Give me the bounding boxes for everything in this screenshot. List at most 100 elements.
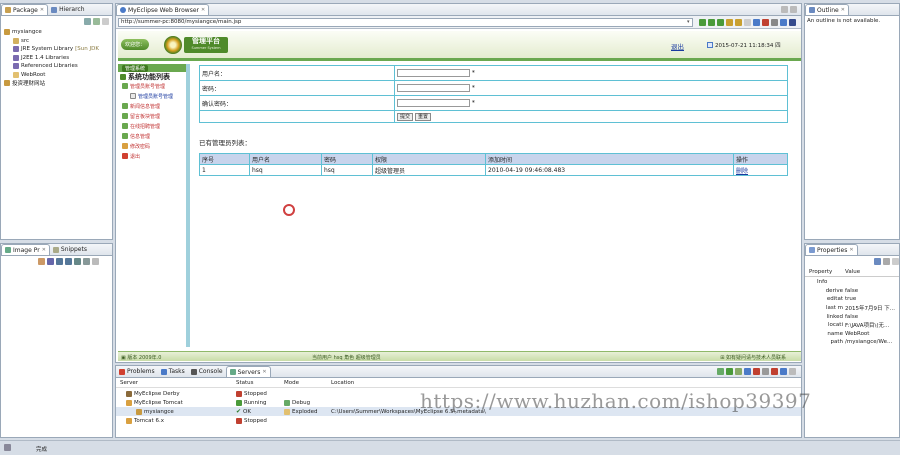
submit-button[interactable]: 提交 xyxy=(397,112,414,121)
tree-item-webroot[interactable]: WebRoot xyxy=(4,71,112,80)
close-icon[interactable]: ✕ xyxy=(201,7,205,13)
settings-icon[interactable] xyxy=(726,19,733,26)
close-icon[interactable]: ✕ xyxy=(40,7,44,13)
tab-properties[interactable]: Properties ✕ xyxy=(805,244,858,255)
property-row[interactable]: last m 2015年7月9日 下... xyxy=(805,304,899,313)
open-external-icon[interactable] xyxy=(780,19,787,26)
tab-problems[interactable]: Problems xyxy=(116,366,158,377)
properties-header: Property Value xyxy=(805,268,899,277)
tab-outline[interactable]: Outline ✕ xyxy=(805,4,849,15)
delete-link[interactable]: 删除 xyxy=(733,164,788,176)
property-row[interactable]: locati F:\JAVA项目\(无... xyxy=(805,321,899,330)
url-input[interactable]: http://summer-pc:8080/mysiangce/main.jsp xyxy=(118,18,693,27)
image-toolbar xyxy=(37,258,100,265)
stop-icon[interactable] xyxy=(753,368,760,375)
property-row[interactable]: derive false xyxy=(805,287,899,296)
property-row[interactable]: editat true xyxy=(805,295,899,304)
refresh-icon[interactable] xyxy=(753,19,760,26)
admin-list: 序号 用户名 密码 权限 添加时间 操作 1 hsq hsq 超级管理员 201… xyxy=(199,153,788,176)
server-status: Running xyxy=(236,399,267,406)
tab-package[interactable]: Package ✕ xyxy=(1,4,49,15)
menu-item-guestbook[interactable]: 留言板块管理 xyxy=(118,111,186,121)
publish-icon[interactable] xyxy=(762,368,769,375)
actual-size-icon[interactable] xyxy=(74,258,81,265)
tab-web-browser[interactable]: MyEclipse Web Browser ✕ xyxy=(116,4,210,15)
close-icon[interactable]: ✕ xyxy=(42,247,46,253)
menu-item-password[interactable]: 修改密码 xyxy=(118,141,186,151)
collapse-all-icon[interactable] xyxy=(84,18,91,25)
property-row[interactable]: name WebRoot xyxy=(805,330,899,339)
tree-item-project[interactable]: mysiangce xyxy=(4,28,112,37)
tab-console[interactable]: Console xyxy=(188,366,226,377)
folder-icon xyxy=(13,71,19,78)
fit-icon[interactable] xyxy=(47,258,54,265)
folder-icon xyxy=(122,103,128,109)
username-input[interactable] xyxy=(397,69,470,77)
go-icon[interactable] xyxy=(699,19,706,26)
server-mode: Exploded xyxy=(284,408,317,415)
close-icon[interactable]: ✕ xyxy=(262,369,266,375)
outline-view: Outline ✕ An outline is not available. xyxy=(804,3,900,240)
start-icon[interactable] xyxy=(726,368,733,375)
tab-tasks[interactable]: Tasks xyxy=(158,366,188,377)
tab-snippets[interactable]: Snippets xyxy=(50,244,90,255)
image-icon xyxy=(5,247,11,253)
col-header: 操作 xyxy=(733,153,788,165)
logout-link[interactable]: 退出 xyxy=(671,41,684,51)
tree-item-referenced[interactable]: Referenced Libraries xyxy=(4,62,112,71)
tab-image-preview[interactable]: Image Pr ✕ xyxy=(1,244,50,255)
password-input[interactable] xyxy=(397,84,470,92)
tree-item-project2[interactable]: 投资理财网站 xyxy=(4,79,112,88)
close-icon[interactable]: ✕ xyxy=(841,7,845,13)
tab-hierarchy[interactable]: Hierarch xyxy=(48,4,87,15)
close-icon[interactable]: ✕ xyxy=(849,247,853,253)
menu-item-news[interactable]: 新闻信息管理 xyxy=(118,101,186,111)
tab-servers[interactable]: Servers ✕ xyxy=(225,366,271,377)
menu-item-recruit[interactable]: 在线招聘管理 xyxy=(118,121,186,131)
reset-button[interactable]: 重置 xyxy=(414,112,431,121)
restart-icon[interactable] xyxy=(744,368,751,375)
tree-item-jre[interactable]: JRE System Library [Sun JDK xyxy=(4,45,112,54)
bookmark-icon[interactable] xyxy=(735,19,742,26)
zoom-out-icon[interactable] xyxy=(65,258,72,265)
categories-icon[interactable] xyxy=(874,258,881,265)
back-icon[interactable] xyxy=(708,19,715,26)
filter-icon[interactable] xyxy=(883,258,890,265)
menu-item-admin-manage[interactable]: 管理员账号管理 xyxy=(118,81,186,91)
server-name: MyEclipse Tomcat xyxy=(126,399,183,406)
username-cell: * xyxy=(394,65,788,81)
zoom-in-icon[interactable] xyxy=(56,258,63,265)
property-row[interactable]: path/mysiangce/We... xyxy=(805,338,899,347)
server-status: Stopped xyxy=(236,417,267,424)
url-dropdown-icon[interactable]: ▾ xyxy=(687,19,690,25)
remove-icon[interactable] xyxy=(771,368,778,375)
tree-item-src[interactable]: src xyxy=(4,37,112,46)
grid-icon[interactable] xyxy=(83,258,90,265)
help-icon[interactable] xyxy=(789,19,796,26)
pin-icon[interactable] xyxy=(38,258,45,265)
view-menu-icon[interactable] xyxy=(92,258,99,265)
view-menu-icon[interactable] xyxy=(892,258,899,265)
profile-icon[interactable] xyxy=(735,368,742,375)
maximize-icon[interactable] xyxy=(790,6,797,13)
property-group-info[interactable]: Info xyxy=(805,278,899,287)
home-icon[interactable] xyxy=(744,19,751,26)
fast-view-icon[interactable] xyxy=(4,444,11,451)
folder-icon xyxy=(284,408,290,415)
tree-item-j2ee[interactable]: J2EE 1.4 Libraries xyxy=(4,54,112,63)
property-row[interactable]: linked false xyxy=(805,312,899,321)
menu-item-logout[interactable]: 退出 xyxy=(118,151,186,161)
link-icon[interactable] xyxy=(93,18,100,25)
print-icon[interactable] xyxy=(771,19,778,26)
browser-icon[interactable] xyxy=(780,368,787,375)
stop-icon[interactable] xyxy=(762,19,769,26)
debug-icon[interactable] xyxy=(717,368,724,375)
minimize-icon[interactable] xyxy=(781,6,788,13)
menu-item-admin-sub[interactable]: 管理员账号管理 xyxy=(118,91,186,101)
view-menu-icon[interactable] xyxy=(102,18,109,25)
forward-icon[interactable] xyxy=(717,19,724,26)
server-row[interactable]: Tomcat 6.x Stopped xyxy=(116,416,801,425)
view-menu-icon[interactable] xyxy=(789,368,796,375)
menu-item-info[interactable]: 信息管理 xyxy=(118,131,186,141)
confirm-password-input[interactable] xyxy=(397,99,470,107)
